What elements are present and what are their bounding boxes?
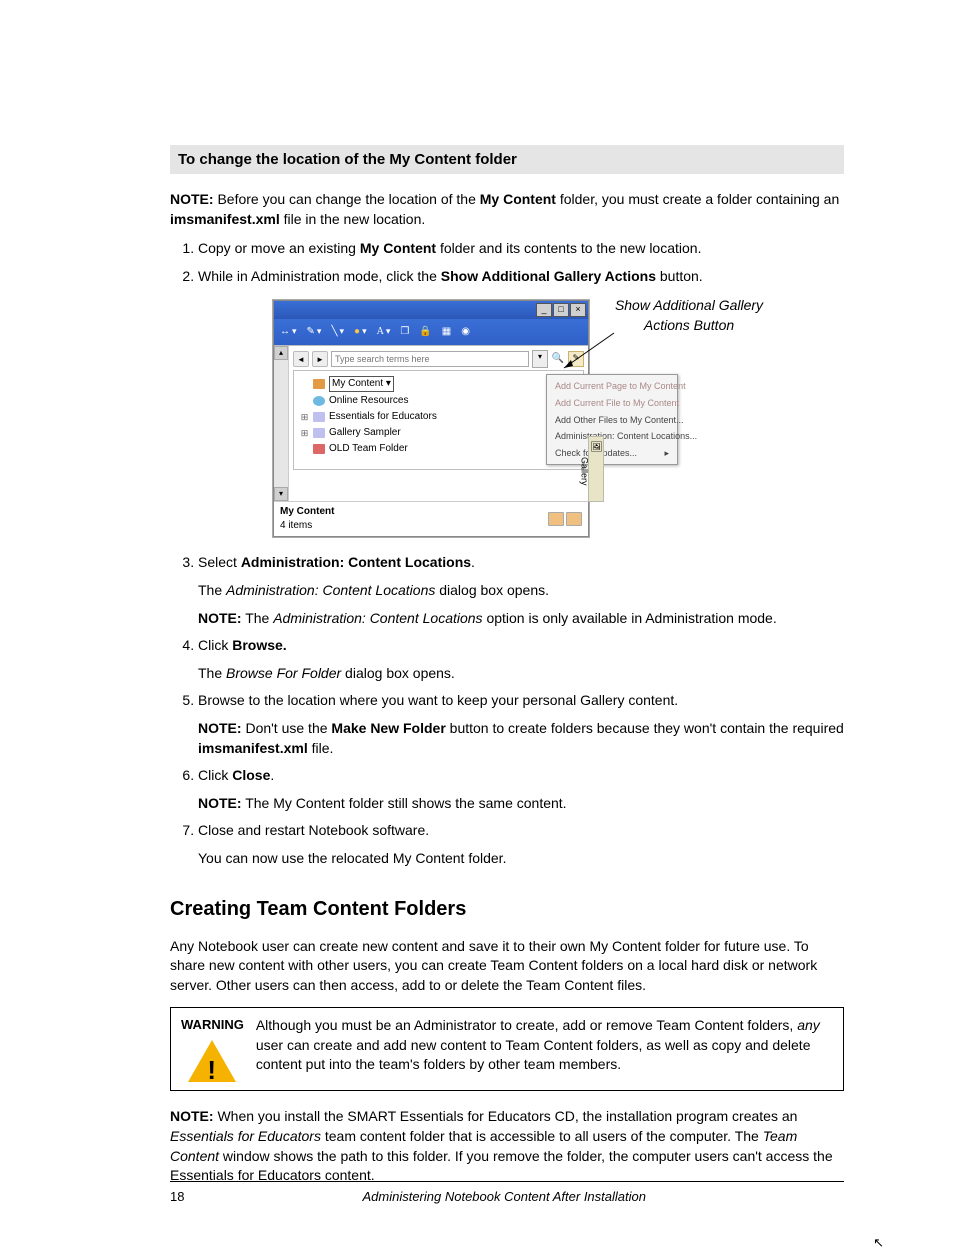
scroll-down-icon[interactable]: ▾ (274, 487, 288, 501)
back-button[interactable]: ◄ (293, 351, 309, 367)
step-2: While in Administration mode, click the … (198, 267, 844, 538)
procedure-heading: To change the location of the My Content… (170, 145, 844, 174)
warning-box: WARNING Although you must be an Administ… (170, 1007, 844, 1091)
text-tool-icon[interactable]: A (377, 325, 391, 339)
step-1: Copy or move an existing My Content fold… (198, 239, 844, 259)
note-label: NOTE: (170, 191, 214, 207)
section-para: Any Notebook user can create new content… (170, 937, 844, 996)
callout-wrap: Show Additional Gallery Actions Button (609, 300, 769, 339)
warning-triangle-icon (188, 1040, 236, 1082)
line-tool-icon[interactable]: ╲ (331, 325, 344, 339)
figure: _ □ × ↔ ✎ ╲ ● A ❐ 🔒 ▦ ◉ (198, 300, 844, 537)
step-6: Click Close. NOTE: The My Content folder… (198, 766, 844, 813)
status-bar: My Content 4 items ↖ (274, 501, 588, 536)
footer-title: Administering Notebook Content After Ins… (184, 1188, 824, 1206)
globe-icon[interactable]: ◉ (461, 325, 470, 339)
lock-icon[interactable]: 🔒 (419, 325, 431, 339)
menu-check-updates[interactable]: Check for Updates... (547, 445, 677, 462)
pen-tool-icon[interactable]: ✎ (307, 325, 322, 339)
warning-text: Although you must be an Administrator to… (256, 1016, 833, 1075)
gallery-panel: ▴ ▾ ◄ ► ▾ 🔍 ✎ (274, 345, 588, 501)
page-number: 18 (170, 1188, 184, 1206)
folder-tree: My Content ▾ Online Resources ⊞Essential… (293, 370, 584, 470)
figure-callout: Show Additional Gallery Actions Button (609, 296, 769, 335)
procedure-steps: Copy or move an existing My Content fold… (170, 239, 844, 868)
main-toolbar: ↔ ✎ ╲ ● A ❐ 🔒 ▦ ◉ (274, 319, 588, 345)
step3-sub1: The Administration: Content Locations di… (198, 581, 844, 601)
gallery-tab[interactable]: Gallery (588, 436, 604, 502)
arrow-tool-icon[interactable]: ↔ (280, 325, 297, 339)
tree-online-resources[interactable]: Online Resources (300, 393, 577, 409)
menu-add-file[interactable]: Add Current File to My Content (547, 395, 677, 412)
search-input[interactable] (331, 351, 529, 367)
document-page: To change the location of the My Content… (0, 0, 954, 1256)
search-dropdown[interactable]: ▾ (532, 350, 548, 368)
app-window: _ □ × ↔ ✎ ╲ ● A ❐ 🔒 ▦ ◉ (273, 300, 589, 537)
warning-left: WARNING (181, 1016, 244, 1082)
step-3: Select Administration: Content Locations… (198, 553, 844, 628)
step3-sub2: NOTE: The Administration: Content Locati… (198, 609, 844, 629)
copy-icon[interactable]: ❐ (400, 325, 409, 339)
grid-icon[interactable]: ▦ (442, 325, 451, 339)
minimize-button[interactable]: _ (536, 303, 552, 317)
step7-sub: You can now use the relocated My Content… (198, 849, 844, 869)
tree-old-team[interactable]: OLD Team Folder (300, 441, 577, 457)
step5-sub: NOTE: Don't use the Make New Folder butt… (198, 719, 844, 758)
callout-arrow-icon (559, 328, 619, 388)
tree-gallery-sampler[interactable]: ⊞Gallery Sampler (300, 425, 577, 441)
maximize-button[interactable]: □ (553, 303, 569, 317)
shape-tool-icon[interactable]: ● (354, 325, 367, 339)
post-note: NOTE: When you install the SMART Essenti… (170, 1107, 844, 1185)
tree-my-content[interactable]: My Content ▾ (300, 375, 577, 393)
titlebar: _ □ × (274, 301, 588, 319)
menu-admin-locations[interactable]: Administration: Content Locations... (547, 428, 677, 445)
forward-button[interactable]: ► (312, 351, 328, 367)
step-4: Click Browse. The Browse For Folder dial… (198, 636, 844, 683)
left-scrollbar[interactable]: ▴ ▾ (274, 346, 289, 501)
step4-sub: The Browse For Folder dialog box opens. (198, 664, 844, 684)
page-footer: 18 Administering Notebook Content After … (170, 1181, 844, 1206)
close-button[interactable]: × (570, 303, 586, 317)
search-bar: ◄ ► ▾ 🔍 ✎ (293, 350, 584, 368)
section-heading: Creating Team Content Folders (170, 895, 844, 923)
step-7: Close and restart Notebook software. You… (198, 821, 844, 868)
menu-add-other[interactable]: Add Other Files to My Content... (547, 412, 677, 429)
cursor-icon: ↖ (873, 1234, 884, 1252)
gallery-column: ◄ ► ▾ 🔍 ✎ My Content ▾ Online Resources (289, 346, 588, 501)
status-info: My Content 4 items (280, 505, 334, 533)
scroll-up-icon[interactable]: ▴ (274, 346, 288, 360)
step6-sub: NOTE: The My Content folder still shows … (198, 794, 844, 814)
warning-label: WARNING (181, 1016, 244, 1034)
tree-essentials-educators[interactable]: ⊞Essentials for Educators (300, 409, 577, 425)
thumbnails (548, 512, 582, 526)
step-5: Browse to the location where you want to… (198, 691, 844, 758)
intro-note: NOTE: Before you can change the location… (170, 190, 844, 229)
